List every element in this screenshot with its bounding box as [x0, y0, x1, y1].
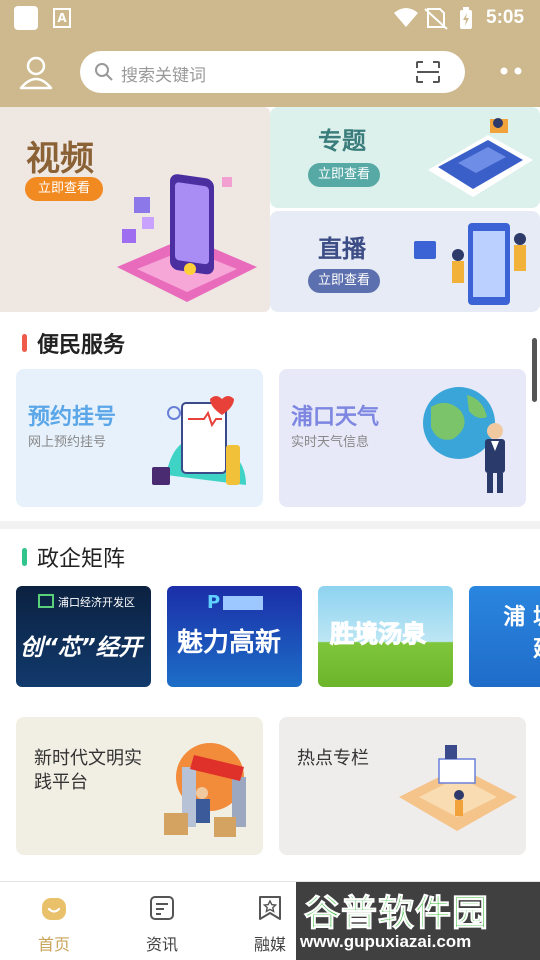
matrix-header: 政企矩阵 [22, 541, 125, 573]
banner-topic[interactable]: 专题 立即查看 [270, 107, 540, 208]
banner-video-button[interactable]: 立即查看 [25, 177, 103, 201]
topic-illustration [428, 118, 533, 197]
notification-icon [14, 6, 38, 30]
news-icon [150, 896, 174, 920]
nav-item-media[interactable]: 融媒 [240, 894, 300, 955]
matrix-label-tangquan: 胜境汤泉 [330, 620, 427, 649]
banner-video-title: 视频 [26, 139, 94, 179]
matrix-tag-jingkai: 浦口经济开发区 [58, 596, 135, 609]
services-header: 便民服务 [22, 327, 125, 359]
watermark: 谷普软件园 www.gupuxiazai.com [296, 882, 540, 960]
matrix-label-jingkai: 创“芯”经开 [20, 635, 142, 661]
watermark-cn: 谷普软件园 [303, 893, 490, 935]
phone-illustration [117, 174, 257, 302]
nav-label-home: 首页 [37, 935, 70, 954]
status-time: 5:05 [486, 7, 525, 28]
wifi-icon [394, 8, 418, 27]
banner-grid: 视频 立即查看 专题 立即查看 直播 立即查看 [0, 107, 540, 313]
banner-live[interactable]: 直播 立即查看 [270, 211, 540, 312]
media-icon [259, 896, 281, 920]
live-illustration [414, 223, 526, 305]
app-header: A 5:05 搜索关键词 [0, 0, 540, 107]
hotspot-illustration [399, 745, 517, 831]
service-subtitle-appointment: 网上预约挂号 [28, 435, 107, 450]
no-sim-icon [424, 8, 448, 30]
app-notification-icon: A [53, 8, 71, 28]
nav-item-news[interactable]: 资讯 [132, 894, 192, 955]
feature-card-hotspot[interactable]: 热点专栏 [279, 717, 526, 855]
service-card-appointment[interactable]: 预约挂号 网上预约挂号 [16, 369, 263, 507]
feature-card-civilization[interactable]: 新时代文明实践平台 [16, 717, 263, 855]
banner-live-button[interactable]: 立即查看 [308, 269, 380, 293]
status-icons [394, 7, 472, 30]
services-section: 便民服务 预约挂号 网上预约挂号 浦口天气 实时天气信息 [0, 313, 540, 521]
matrix-card-gaoxin[interactable]: P 魅力高新 [167, 586, 302, 687]
matrix-accent-bar [22, 548, 27, 566]
matrix-section: 政企矩阵 浦口经济开发区 创“芯”经开 P 魅力高新 胜境汤泉 浦 城建 新时代… [0, 529, 540, 881]
services-title: 便民服务 [37, 333, 126, 358]
feature-title-civilization: 新时代文明实践平台 [34, 748, 142, 793]
matrix-card-jingkai[interactable]: 浦口经济开发区 创“芯”经开 [16, 586, 151, 687]
banner-topic-button[interactable]: 立即查看 [308, 163, 380, 187]
nav-item-home[interactable]: 首页 [24, 894, 84, 955]
banner-topic-title: 专题 [318, 127, 366, 155]
matrix-tag-gaoxin: P [207, 592, 221, 613]
search-bar[interactable]: 搜索关键词 [80, 51, 465, 93]
gaoxin-logo [223, 596, 263, 610]
status-bar: A 5:05 [0, 0, 540, 36]
weather-illustration [423, 387, 505, 493]
user-icon[interactable] [16, 52, 56, 92]
service-subtitle-weather: 实时天气信息 [291, 435, 370, 450]
matrix-title: 政企矩阵 [37, 547, 126, 572]
matrix-card-tangquan[interactable]: 胜境汤泉 [318, 586, 453, 687]
search-icon [95, 63, 113, 81]
banner-video[interactable]: 视频 立即查看 [0, 107, 270, 312]
matrix-label-chengjian: 浦 城建 [503, 605, 540, 662]
services-accent-bar [22, 334, 27, 352]
banner-live-title: 直播 [318, 235, 366, 263]
battery-icon [460, 7, 472, 29]
service-title-weather: 浦口天气 [291, 405, 380, 430]
matrix-card-chengjian[interactable]: 浦 城建 [469, 586, 540, 687]
watermark-url: www.gupuxiazai.com [300, 932, 472, 951]
civilization-illustration [164, 743, 246, 837]
matrix-label-gaoxin: 魅力高新 [177, 628, 282, 658]
more-icon[interactable] [498, 66, 524, 76]
scan-icon[interactable] [415, 60, 441, 84]
service-card-weather[interactable]: 浦口天气 实时天气信息 [279, 369, 526, 507]
nav-label-news: 资讯 [145, 935, 178, 954]
medical-illustration [152, 396, 246, 485]
nav-label-media: 融媒 [253, 935, 286, 954]
service-title-appointment: 预约挂号 [28, 405, 117, 430]
search-placeholder: 搜索关键词 [121, 66, 206, 86]
home-icon [42, 898, 66, 920]
jingkai-logo [38, 594, 54, 608]
scrollbar[interactable] [532, 338, 537, 402]
